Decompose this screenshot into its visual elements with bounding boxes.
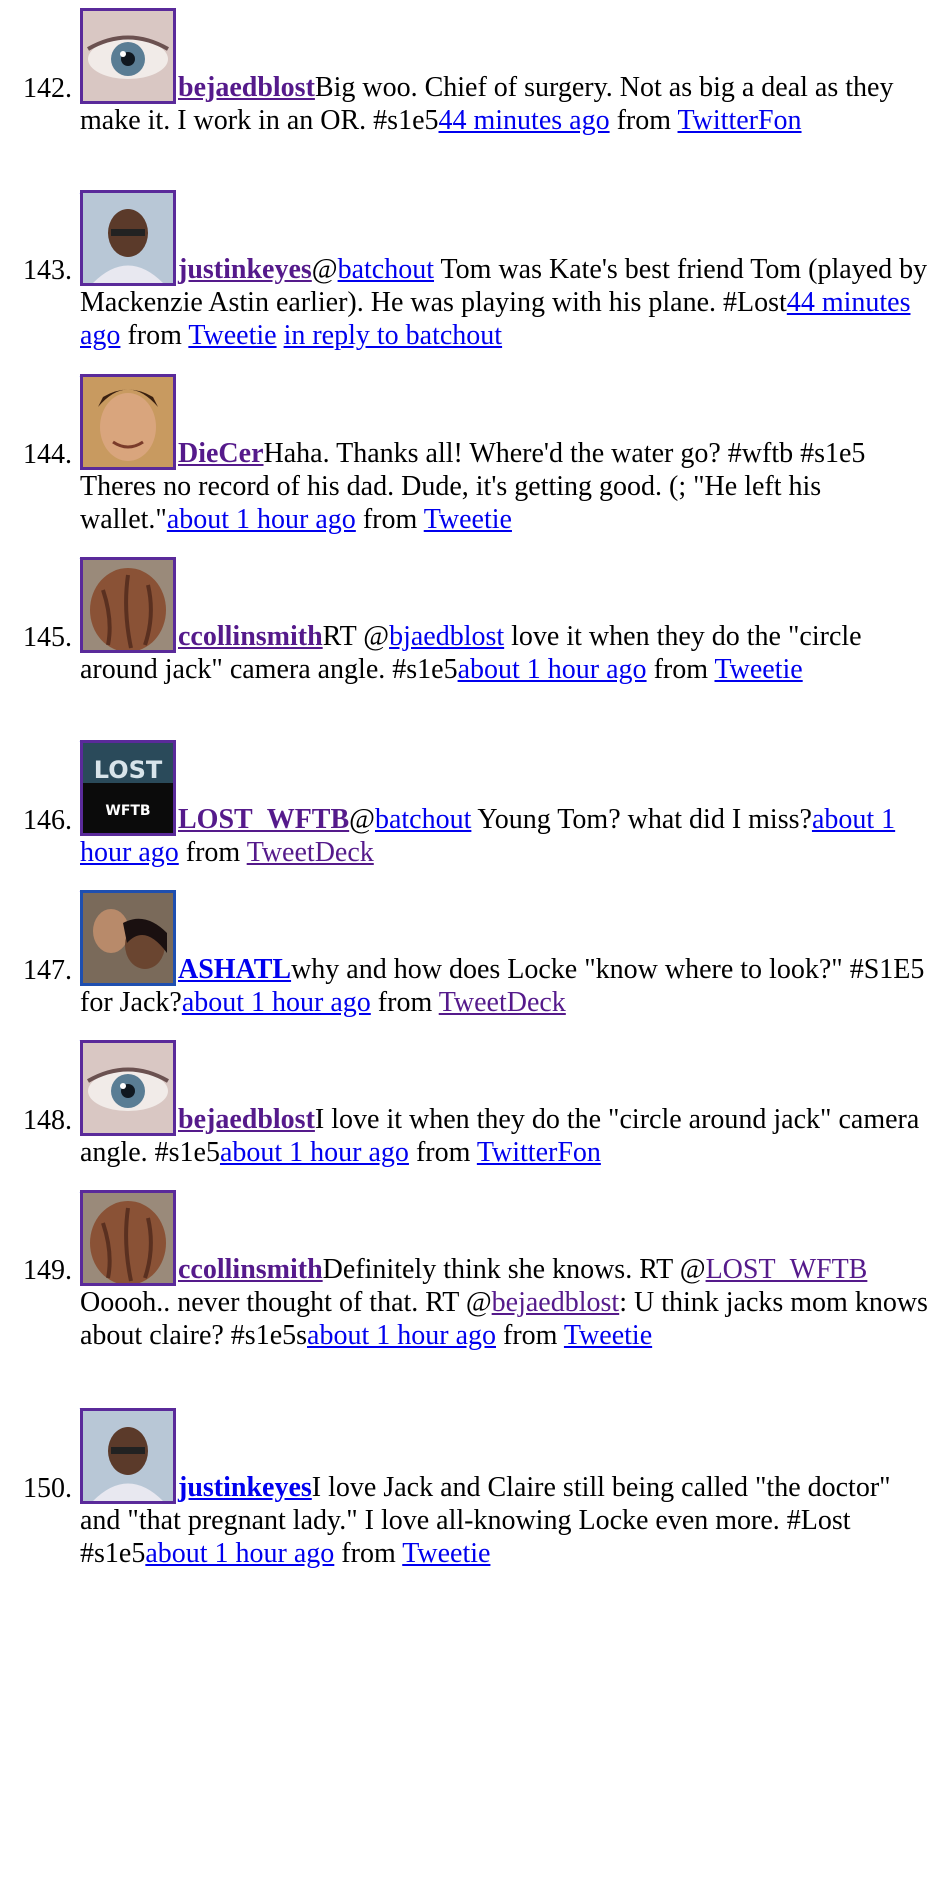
tweet-body: justinkeyes@batchout Tom was Kate's best… xyxy=(80,190,930,352)
svg-text:LOST: LOST xyxy=(94,756,163,784)
tweet-body: DieCerHaha. Thanks all! Where'd the wate… xyxy=(80,374,930,536)
tweet-body: bejaedblostBig woo. Chief of surgery. No… xyxy=(80,8,930,137)
source-link[interactable]: TwitterFon xyxy=(477,1137,601,1168)
timestamp-link[interactable]: about 1 hour ago xyxy=(307,1320,496,1351)
timestamp-link[interactable]: about 1 hour ago xyxy=(458,654,647,685)
face-icon xyxy=(83,377,173,467)
from-label: from xyxy=(178,837,247,868)
tweet-text: Definitely think she knows. RT @ xyxy=(322,1254,706,1285)
avatar-lost-logo-icon[interactable]: LOST WFTB xyxy=(80,740,176,836)
hair-icon xyxy=(83,560,173,650)
mention-link[interactable]: bejaedblost xyxy=(492,1287,620,1318)
timestamp-link[interactable]: about 1 hour ago xyxy=(220,1137,409,1168)
from-label: from xyxy=(120,320,189,351)
couple-icon xyxy=(83,893,173,983)
from-label: from xyxy=(646,654,715,685)
tweet-body: ccollinsmithRT @bjaedblost love it when … xyxy=(80,557,930,686)
mention-link[interactable]: batchout xyxy=(338,254,434,285)
from-label: from xyxy=(609,105,678,136)
source-link[interactable]: TweetDeck xyxy=(247,837,374,868)
username-link[interactable]: LOST_WFTB xyxy=(178,804,349,835)
source-link[interactable]: Tweetie xyxy=(424,504,512,535)
timestamp-link[interactable]: 44 minutes ago xyxy=(439,105,610,136)
tweet-body: bejaedblostI love it when they do the "c… xyxy=(80,1040,930,1169)
username-link[interactable]: justinkeyes xyxy=(178,254,312,285)
hair-icon xyxy=(83,1193,173,1283)
man-icon xyxy=(83,193,173,283)
source-link[interactable]: Tweetie xyxy=(188,320,276,351)
timestamp-link[interactable]: about 1 hour ago xyxy=(182,987,371,1018)
tweet-body: justinkeyesI love Jack and Claire still … xyxy=(80,1408,930,1570)
tweet-number: 143. xyxy=(23,255,72,286)
mention-link[interactable]: batchout xyxy=(375,804,471,835)
username-link[interactable]: ASHATL xyxy=(178,954,291,985)
from-label: from xyxy=(370,987,439,1018)
mention-link[interactable]: bjaedblost xyxy=(389,621,504,652)
tweet-body: LOST WFTB LOST_WFTB@batchout Young Tom? … xyxy=(80,740,930,869)
source-link[interactable]: Tweetie xyxy=(402,1538,490,1569)
from-label: from xyxy=(334,1538,403,1569)
tweet-number: 150. xyxy=(23,1473,72,1504)
source-link[interactable]: TweetDeck xyxy=(439,987,566,1018)
tweet-number: 142. xyxy=(23,73,72,104)
avatar-hair-icon[interactable] xyxy=(80,1190,176,1286)
tweet-number: 144. xyxy=(23,439,72,470)
tweet-text: Ooooh.. never thought of that. RT @ xyxy=(80,1287,492,1318)
from-label: from xyxy=(355,504,424,535)
avatar-eye-icon[interactable] xyxy=(80,8,176,104)
tweet-number: 147. xyxy=(23,955,72,986)
username-link[interactable]: bejaedblost xyxy=(178,1104,315,1135)
man-icon xyxy=(83,1411,173,1501)
tweet-number: 145. xyxy=(23,622,72,653)
tweet-text: Young Tom? what did I miss? xyxy=(471,804,812,835)
avatar-man-icon[interactable] xyxy=(80,1408,176,1504)
tweet-number: 146. xyxy=(23,805,72,836)
tweet-body: ccollinsmithDefinitely think she knows. … xyxy=(80,1190,930,1352)
timestamp-link[interactable]: about 1 hour ago xyxy=(145,1538,334,1569)
timestamp-link[interactable]: about 1 hour ago xyxy=(167,504,356,535)
tweet-body: ASHATLwhy and how does Locke "know where… xyxy=(80,890,930,1019)
from-label: from xyxy=(408,1137,477,1168)
tweet-text: @ xyxy=(349,804,375,835)
avatar-hair-icon[interactable] xyxy=(80,557,176,653)
source-link[interactable]: Tweetie xyxy=(714,654,802,685)
avatar-smiling-icon[interactable] xyxy=(80,374,176,470)
tweet-number: 149. xyxy=(23,1255,72,1286)
source-link[interactable]: Tweetie xyxy=(564,1320,652,1351)
username-link[interactable]: justinkeyes xyxy=(178,1472,312,1503)
username-link[interactable]: bejaedblost xyxy=(178,72,315,103)
avatar-eye-icon[interactable] xyxy=(80,1040,176,1136)
tweet-text: @ xyxy=(311,254,338,285)
from-label: from xyxy=(496,1320,564,1351)
source-link[interactable]: TwitterFon xyxy=(678,105,802,136)
username-link[interactable]: DieCer xyxy=(178,438,264,469)
eye-icon xyxy=(83,1043,173,1133)
avatar-couple-icon[interactable] xyxy=(80,890,176,986)
mention-link[interactable]: LOST_WFTB xyxy=(706,1254,868,1285)
username-link[interactable]: ccollinsmith xyxy=(178,621,323,652)
tweet-number: 148. xyxy=(23,1105,72,1136)
tweet-text: RT @ xyxy=(322,621,390,652)
reply-link[interactable]: in reply to batchout xyxy=(284,320,503,351)
username-link[interactable]: ccollinsmith xyxy=(178,1254,323,1285)
avatar-man-icon[interactable] xyxy=(80,190,176,286)
eye-icon xyxy=(83,11,173,101)
lost-logo-icon: LOST WFTB xyxy=(83,743,173,833)
avatar-caption: WFTB xyxy=(105,803,150,819)
